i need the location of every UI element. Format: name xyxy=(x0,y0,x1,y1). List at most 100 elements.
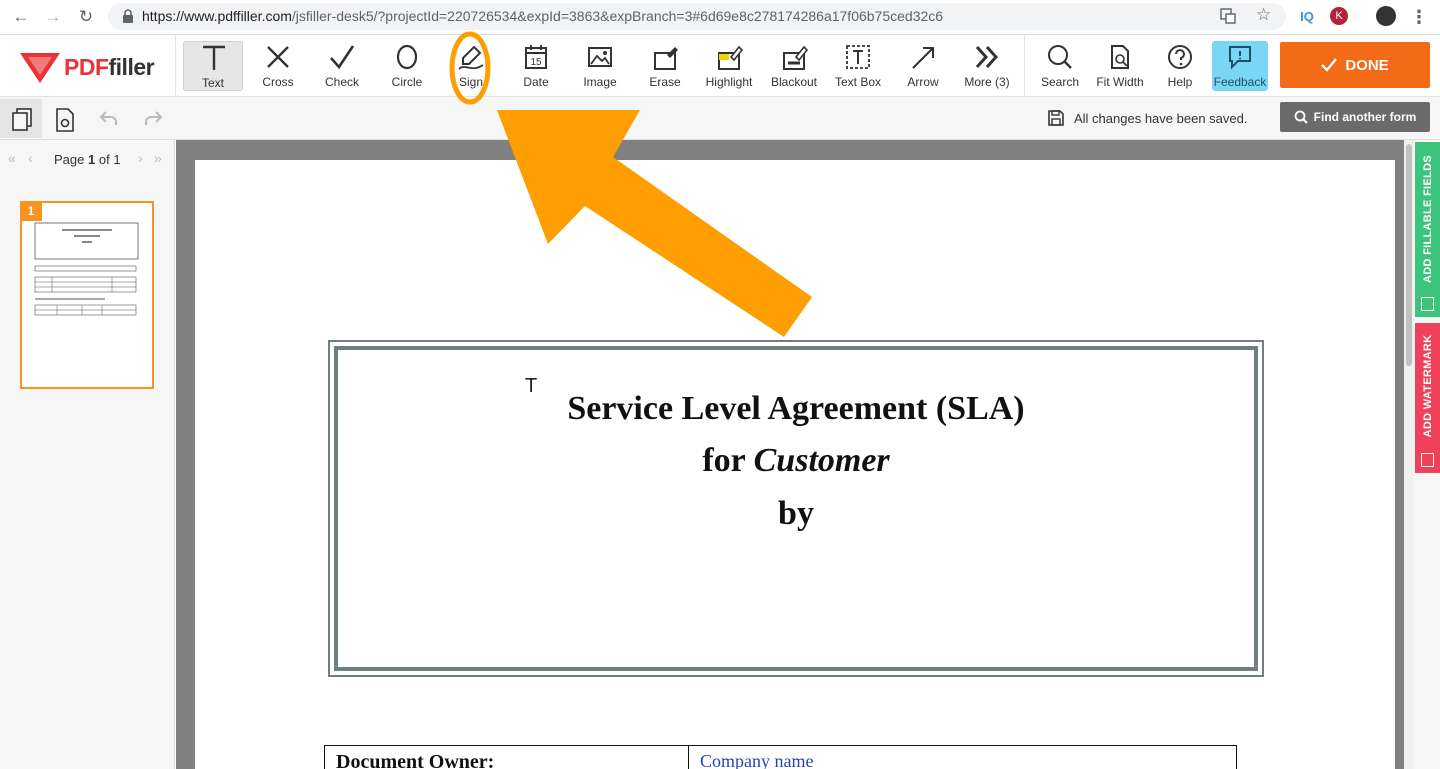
date-tool-button[interactable]: 15 Date xyxy=(506,41,566,91)
subtitle-prefix: for xyxy=(702,442,754,479)
url-path: /jsfiller-desk5/?projectId=220726534&exp… xyxy=(291,8,944,24)
feedback-button[interactable]: Feedback xyxy=(1212,41,1268,91)
document-subtitle: for Customer xyxy=(338,442,1254,480)
table-label-cell: Document Owner: xyxy=(325,746,689,769)
thumbnail-preview xyxy=(34,222,139,316)
tool-label: Check xyxy=(324,75,359,89)
search-icon xyxy=(1048,45,1072,69)
title-frame: Service Level Agreement (SLA) for Custom… xyxy=(328,340,1264,677)
text-box-icon xyxy=(846,45,870,69)
undo-button[interactable] xyxy=(88,99,130,138)
done-button[interactable]: DONE xyxy=(1280,42,1430,88)
menu-kebab-icon[interactable]: ⋮ xyxy=(1410,6,1428,28)
more-tools-button[interactable]: More (3) xyxy=(957,41,1017,91)
find-another-form-button[interactable]: Find another form xyxy=(1280,102,1430,132)
tool-label: Arrow xyxy=(907,75,939,89)
right-tab-rail: ADD FILLABLE FIELDS ADD WATERMARK xyxy=(1414,140,1440,769)
blackout-tool-button[interactable]: Blackout xyxy=(764,41,824,91)
page-navigator: « ‹ Page 1 of 1 › » xyxy=(0,150,175,172)
page-current: 1 xyxy=(88,152,96,167)
document-page[interactable]: Service Level Agreement (SLA) for Custom… xyxy=(195,160,1395,769)
tool-label: Text Box xyxy=(834,75,882,89)
image-icon xyxy=(588,47,612,67)
tool-label: Image xyxy=(583,75,617,89)
document-by-line: by xyxy=(778,495,814,532)
done-label: DONE xyxy=(1345,56,1389,74)
search-tool-button[interactable]: Search xyxy=(1030,41,1090,91)
save-status: All changes have been saved. xyxy=(1048,110,1247,126)
pages-icon xyxy=(12,108,32,131)
calendar-icon: 15 xyxy=(525,45,547,69)
reload-icon[interactable]: ↻ xyxy=(73,5,99,29)
thumbnail-page-number: 1 xyxy=(20,201,42,221)
image-tool-button[interactable]: Image xyxy=(570,41,630,91)
check-tool-button[interactable]: Check xyxy=(312,41,372,91)
cross-icon xyxy=(267,46,289,68)
fit-width-button[interactable]: Fit Width xyxy=(1090,41,1150,91)
browser-toolbar: ← → ↻ https://www.pdffiller.com/jsfiller… xyxy=(0,0,1440,35)
double-chevron-icon xyxy=(975,45,999,69)
circle-icon xyxy=(396,44,418,70)
circle-tool-button[interactable]: Circle xyxy=(377,41,437,91)
check-icon xyxy=(330,45,355,70)
add-fillable-fields-tab[interactable]: ADD FILLABLE FIELDS xyxy=(1415,142,1440,317)
url-text: https://www.pdffiller.com/jsfiller-desk5… xyxy=(142,8,943,24)
sign-tool-button[interactable]: Sign xyxy=(441,41,501,91)
fit-width-icon xyxy=(1111,45,1129,69)
profile-avatar[interactable] xyxy=(1376,6,1396,26)
extension-k-icon[interactable]: K xyxy=(1330,7,1348,25)
scrollbar-thumb[interactable] xyxy=(1406,144,1412,366)
page-settings-button[interactable] xyxy=(44,99,86,138)
last-page-icon[interactable]: » xyxy=(154,150,162,166)
help-button[interactable]: Help xyxy=(1150,41,1210,91)
first-page-icon[interactable]: « xyxy=(8,150,16,166)
text-tool-icon xyxy=(203,45,225,70)
tool-label: Circle xyxy=(391,75,423,89)
text-tool-button[interactable]: Text xyxy=(183,41,243,91)
cross-tool-button[interactable]: Cross xyxy=(248,41,308,91)
tool-label: Cross xyxy=(262,75,294,89)
tool-label: Feedback xyxy=(1213,75,1267,89)
iq-extension-icon[interactable]: IQ xyxy=(1297,6,1317,28)
document-viewer[interactable]: Service Level Agreement (SLA) for Custom… xyxy=(176,140,1414,769)
lock-icon xyxy=(123,9,133,23)
tool-label: Blackout xyxy=(770,75,818,89)
tool-label: Erase xyxy=(649,75,681,89)
text-cursor-indicator: T xyxy=(525,375,538,397)
subtitle-customer: Customer xyxy=(753,442,890,479)
redo-button[interactable] xyxy=(132,99,174,138)
page-word: Page xyxy=(54,152,85,167)
speech-bubble-icon xyxy=(1229,46,1251,70)
viewer-scrollbar[interactable] xyxy=(1404,140,1414,769)
fillable-form-icon xyxy=(1421,297,1434,311)
prev-page-icon[interactable]: ‹ xyxy=(28,150,33,166)
find-another-form-label: Find another form xyxy=(1313,110,1417,124)
page-thumbnail[interactable]: 1 xyxy=(20,201,154,389)
arrow-tool-button[interactable]: Arrow xyxy=(893,41,953,91)
tool-label: Highlight xyxy=(705,75,753,89)
text-box-tool-button[interactable]: Text Box xyxy=(828,41,888,91)
editor-toolbar: PDFfiller Text Cross Check Circle Sign 1… xyxy=(0,35,1440,97)
pages-panel-button[interactable] xyxy=(0,99,42,138)
arrow-icon xyxy=(912,47,934,69)
tool-label: Text xyxy=(201,76,224,90)
forward-arrow-icon[interactable]: → xyxy=(40,5,66,29)
tool-label: Sign xyxy=(458,75,484,89)
pdffiller-logo[interactable]: PDFfiller xyxy=(20,50,155,84)
address-bar[interactable]: https://www.pdffiller.com/jsfiller-desk5… xyxy=(108,3,1286,30)
url-host: https://www.pdffiller.com xyxy=(142,8,292,24)
translate-icon[interactable] xyxy=(1220,8,1236,24)
document-gear-icon xyxy=(56,108,74,132)
highlight-tool-button[interactable]: Highlight xyxy=(699,41,759,91)
floppy-disk-icon xyxy=(1048,110,1064,126)
back-arrow-icon[interactable]: ← xyxy=(8,5,34,29)
next-page-icon[interactable]: › xyxy=(138,150,143,166)
erase-tool-button[interactable]: Erase xyxy=(635,41,695,91)
star-icon[interactable]: ☆ xyxy=(1256,5,1271,25)
logo-mark-icon xyxy=(20,53,60,83)
checkmark-icon xyxy=(1321,58,1338,72)
document-title: Service Level Agreement (SLA) xyxy=(567,390,1025,427)
add-watermark-tab[interactable]: ADD WATERMARK xyxy=(1415,323,1440,473)
save-status-text: All changes have been saved. xyxy=(1074,110,1248,126)
table-value-cell[interactable]: Company name xyxy=(689,746,1237,769)
